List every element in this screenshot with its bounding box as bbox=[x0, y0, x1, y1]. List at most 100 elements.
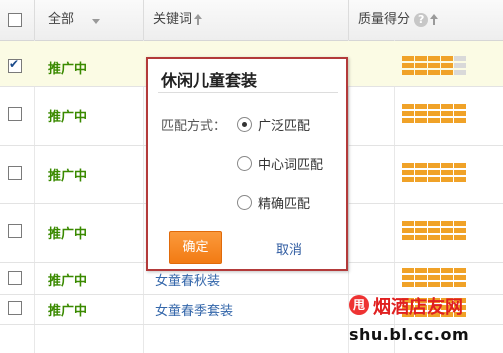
quality-score-cell bbox=[454, 70, 466, 75]
quality-score-cell bbox=[415, 177, 427, 182]
quality-score-cell bbox=[428, 56, 440, 61]
quality-score-cell bbox=[428, 163, 440, 168]
quality-score-cell bbox=[428, 275, 440, 280]
quality-score-cell bbox=[441, 111, 453, 116]
row-checkbox[interactable] bbox=[8, 301, 22, 315]
quality-score-cell bbox=[402, 163, 414, 168]
sort-up-icon[interactable] bbox=[194, 14, 203, 25]
quality-score-bar bbox=[402, 163, 468, 183]
watermark: 甩 烟酒店友网 shu.bl.cc.om bbox=[349, 291, 499, 351]
quality-score-bar bbox=[402, 56, 468, 76]
quality-score-cell bbox=[402, 70, 414, 75]
quality-score-cell bbox=[415, 170, 427, 175]
all-filter[interactable]: 全部 bbox=[48, 0, 74, 40]
quality-score-cell bbox=[415, 63, 427, 68]
quality-score-cell bbox=[402, 118, 414, 123]
option-broad-match[interactable]: 广泛匹配 bbox=[258, 115, 310, 134]
quality-score-cell bbox=[441, 177, 453, 182]
quality-score-cell bbox=[454, 118, 466, 123]
radio-exact-match[interactable] bbox=[237, 195, 252, 210]
quality-score-cell bbox=[415, 56, 427, 61]
quality-score-cell bbox=[441, 268, 453, 273]
quality-score-cell bbox=[454, 221, 466, 226]
help-icon[interactable]: ? bbox=[414, 12, 429, 27]
quality-score-cell bbox=[441, 63, 453, 68]
quality-score-cell bbox=[454, 275, 466, 280]
radio-broad-match[interactable] bbox=[237, 117, 252, 132]
status-label: 推广中 bbox=[48, 62, 88, 77]
quality-score-cell bbox=[415, 221, 427, 226]
select-all-checkbox[interactable] bbox=[8, 13, 22, 27]
keyword-header-label: 关键词 bbox=[153, 12, 193, 27]
quality-score-cell bbox=[441, 56, 453, 61]
quality-score-bar bbox=[402, 221, 468, 241]
status-label: 推广中 bbox=[48, 304, 88, 319]
quality-score-cell bbox=[441, 118, 453, 123]
quality-score-cell bbox=[441, 70, 453, 75]
quality-column-header[interactable]: 质量得分 ? bbox=[358, 0, 439, 40]
quality-score-cell bbox=[454, 111, 466, 116]
quality-score-cell bbox=[428, 235, 440, 240]
keyword-link[interactable]: 女童春季套装 bbox=[155, 300, 233, 319]
quality-score-cell bbox=[415, 104, 427, 109]
match-type-label: 匹配方式： bbox=[161, 119, 227, 134]
quality-score-cell bbox=[402, 275, 414, 280]
quality-score-cell bbox=[454, 268, 466, 273]
quality-score-cell bbox=[402, 177, 414, 182]
quality-score-cell bbox=[428, 221, 440, 226]
quality-score-cell bbox=[402, 104, 414, 109]
quality-score-cell bbox=[454, 228, 466, 233]
quality-score-cell bbox=[415, 282, 427, 287]
table-header: 全部 关键词 质量得分 ? bbox=[0, 0, 503, 41]
quality-score-cell bbox=[428, 268, 440, 273]
quality-score-cell bbox=[415, 235, 427, 240]
quality-score-cell bbox=[428, 118, 440, 123]
watermark-logo: 甩 bbox=[349, 295, 369, 315]
sort-up-icon[interactable] bbox=[430, 14, 439, 25]
quality-score-cell bbox=[441, 275, 453, 280]
row-checkbox[interactable] bbox=[8, 271, 22, 285]
quality-score-cell bbox=[402, 268, 414, 273]
quality-score-cell bbox=[402, 228, 414, 233]
cancel-button[interactable]: 取消 bbox=[276, 239, 302, 258]
option-exact-match[interactable]: 精确匹配 bbox=[258, 193, 310, 212]
quality-score-cell bbox=[441, 104, 453, 109]
keyword-table: 全部 关键词 质量得分 ? 推广中推广中推广中推广中推广中女童春秋装推广中女童春… bbox=[0, 0, 503, 353]
quality-score-cell bbox=[454, 63, 466, 68]
divider bbox=[158, 92, 338, 93]
quality-score-cell bbox=[441, 228, 453, 233]
quality-score-cell bbox=[454, 104, 466, 109]
watermark-text: 烟酒店友网 bbox=[373, 297, 463, 318]
quality-score-cell bbox=[415, 118, 427, 123]
quality-score-cell bbox=[415, 163, 427, 168]
quality-score-cell bbox=[428, 177, 440, 182]
row-checkbox[interactable] bbox=[8, 57, 22, 73]
confirm-button[interactable]: 确定 bbox=[169, 231, 222, 264]
quality-score-cell bbox=[441, 221, 453, 226]
radio-phrase-match[interactable] bbox=[237, 156, 252, 171]
quality-score-cell bbox=[428, 170, 440, 175]
quality-score-bar bbox=[402, 268, 468, 288]
row-checkbox[interactable] bbox=[8, 107, 22, 121]
quality-score-cell bbox=[454, 282, 466, 287]
quality-score-cell bbox=[454, 235, 466, 240]
quality-score-cell bbox=[441, 163, 453, 168]
keyword-link[interactable]: 女童春秋装 bbox=[155, 270, 220, 289]
quality-score-cell bbox=[402, 111, 414, 116]
option-phrase-match[interactable]: 中心词匹配 bbox=[258, 154, 323, 173]
chevron-down-icon[interactable] bbox=[92, 19, 100, 24]
quality-score-cell bbox=[415, 70, 427, 75]
quality-score-cell bbox=[454, 170, 466, 175]
row-checkbox[interactable] bbox=[8, 224, 22, 238]
quality-score-cell bbox=[441, 170, 453, 175]
keyword-column-header[interactable]: 关键词 bbox=[153, 0, 203, 40]
quality-score-cell bbox=[428, 63, 440, 68]
status-label: 推广中 bbox=[48, 227, 88, 242]
quality-score-cell bbox=[415, 275, 427, 280]
quality-score-cell bbox=[402, 221, 414, 226]
row-checkbox[interactable] bbox=[8, 166, 22, 180]
quality-score-cell bbox=[454, 177, 466, 182]
quality-header-label: 质量得分 bbox=[358, 12, 411, 27]
quality-score-cell bbox=[415, 268, 427, 273]
dialog-title: 休闲儿童套装 bbox=[161, 71, 258, 90]
